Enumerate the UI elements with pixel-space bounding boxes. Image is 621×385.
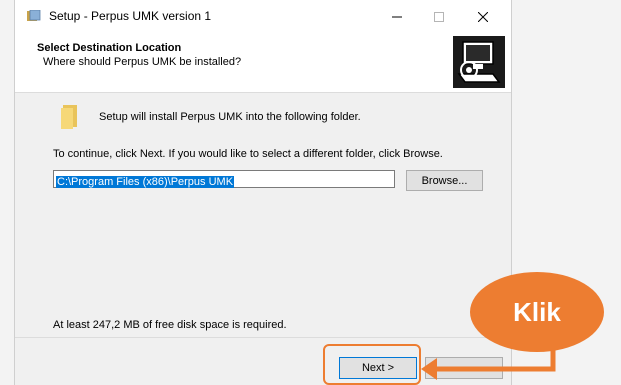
page-subtitle: Where should Perpus UMK be installed?	[43, 56, 242, 68]
destination-path-value: C:\Program Files (x86)\Perpus UMK	[56, 176, 235, 188]
setup-window: Setup - Perpus UMK version 1 Select Dest…	[14, 0, 512, 385]
intro-text: Setup will install Perpus UMK into the f…	[99, 111, 361, 123]
window-title: Setup - Perpus UMK version 1	[49, 9, 212, 23]
destination-path-input[interactable]: C:\Program Files (x86)\Perpus UMK	[53, 170, 395, 188]
app-icon	[27, 10, 41, 21]
next-highlight-box	[323, 344, 421, 385]
klik-label: Klik	[513, 296, 561, 327]
close-icon	[478, 12, 488, 22]
page-title: Select Destination Location	[37, 42, 182, 54]
disk-space-text: At least 247,2 MB of free disk space is …	[53, 319, 287, 331]
wizard-footer: Next >	[15, 337, 511, 385]
klik-callout: Klik	[470, 272, 604, 352]
folder-icon	[61, 105, 77, 129]
instruction-text: To continue, click Next. If you would li…	[53, 148, 443, 160]
wizard-header: Select Destination Location Where should…	[15, 34, 511, 93]
minimize-icon	[392, 16, 402, 18]
maximize-icon	[434, 12, 444, 22]
browse-button-label: Browse...	[421, 174, 468, 187]
maximize-button[interactable]	[419, 4, 459, 30]
cancel-button[interactable]	[425, 357, 503, 379]
close-button[interactable]	[463, 4, 503, 30]
computer-install-icon	[453, 36, 505, 88]
browse-button[interactable]: Browse...	[406, 170, 483, 191]
wizard-body: Setup will install Perpus UMK into the f…	[15, 93, 511, 337]
title-bar: Setup - Perpus UMK version 1	[15, 0, 511, 34]
minimize-button[interactable]	[377, 4, 417, 30]
